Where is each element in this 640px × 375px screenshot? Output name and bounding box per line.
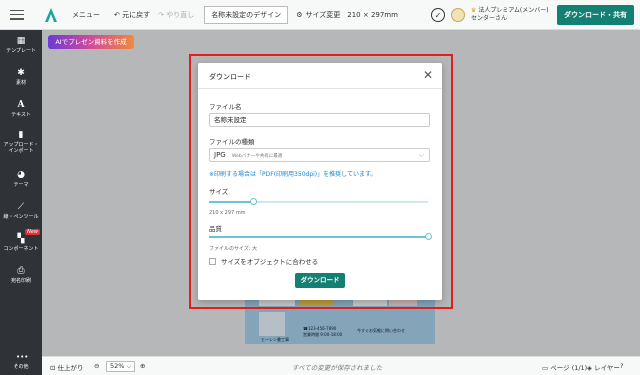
file-type-sub: Webバナーや共有に最適 xyxy=(231,154,283,159)
member-name: センターさん xyxy=(471,15,508,22)
app-logo[interactable] xyxy=(42,6,60,24)
size-slider-handle[interactable] xyxy=(250,198,257,205)
size-value: 210 × 297mm xyxy=(347,10,398,19)
sidebar-item-materials[interactable]: ✱ 素材 xyxy=(0,68,42,86)
redo-button[interactable]: ↷ やり直し xyxy=(158,10,194,20)
page-count: (1/1) xyxy=(571,364,588,372)
save-status: すべての変更が保存されました xyxy=(292,364,383,372)
download-dialog: ダウンロード ✕ ファイル名 名称未設定 ファイルの種類 JPG Webバナーや… xyxy=(198,63,442,300)
size-label: サイズ xyxy=(209,188,229,196)
new-badge: New xyxy=(25,229,40,235)
zoom-value: 52% xyxy=(110,362,125,370)
size-slider-fill xyxy=(209,201,253,203)
component-icon: ▚ xyxy=(17,234,25,244)
layer-label: レイヤー xyxy=(594,364,620,372)
quality-slider-handle[interactable] xyxy=(425,233,432,240)
size-change-button[interactable]: ⚙ サイズ変更 210 × 297mm xyxy=(296,10,398,20)
finish-icon: ⊡ xyxy=(50,364,56,372)
sidebar-item-component[interactable]: New ▚ コンポーネント xyxy=(0,229,42,252)
page-button[interactable]: ▭ ページ (1/1) xyxy=(542,362,587,372)
size-slider[interactable] xyxy=(209,198,428,205)
chevron-down-icon: ⌵ xyxy=(418,151,424,159)
template-icon: ▦ xyxy=(16,36,26,46)
print-icon: ⎙ xyxy=(17,266,25,276)
checkbox-box[interactable] xyxy=(209,257,216,265)
top-toolbar: メニュー ↶ 元に戻す ↷ やり直し 名称未設定のデザイン ⚙ サイズ変更 21… xyxy=(0,0,640,30)
layer-icon: ◈ xyxy=(587,364,592,372)
crown-icon: ♛ xyxy=(471,7,477,14)
avatar[interactable] xyxy=(451,8,465,22)
download-button[interactable]: ダウンロード xyxy=(295,273,345,288)
palette-icon: ◕ xyxy=(17,170,25,180)
file-type-select[interactable]: JPG Webバナーや共有に最適 ⌵ xyxy=(209,148,430,162)
page-label: ページ xyxy=(550,364,570,372)
sidebar-item-print[interactable]: ⎙ 宛名印刷 xyxy=(0,266,42,284)
file-name-input[interactable]: 名称未設定 xyxy=(209,113,430,127)
quality-slider-fill xyxy=(209,236,428,238)
sidebar-item-label: テーマ xyxy=(13,182,29,188)
sidebar: ▦ テンプレート ✱ 素材 A テキスト ▮ アップロード・インポート ◕ テー… xyxy=(0,30,42,375)
finish-label: 仕上がり xyxy=(57,364,84,372)
divider xyxy=(198,88,442,89)
sidebar-item-more[interactable]: ••• その他 xyxy=(0,352,42,370)
size-change-label: サイズ変更 xyxy=(305,10,341,19)
help-icon[interactable]: ? xyxy=(620,362,623,370)
file-type-value: JPG xyxy=(214,151,226,159)
materials-icon: ✱ xyxy=(17,68,25,78)
size-value-text: 210 x 297 mm xyxy=(209,210,246,216)
quality-slider[interactable] xyxy=(209,233,432,240)
text-icon: A xyxy=(17,100,25,110)
download-share-button[interactable]: ダウンロード・共有 xyxy=(557,5,634,25)
zoom-out-icon[interactable]: ⊖ xyxy=(94,362,99,370)
close-icon[interactable]: ✕ xyxy=(423,69,433,81)
sidebar-item-label: コンポーネント xyxy=(3,246,39,252)
more-icon: ••• xyxy=(16,353,29,361)
file-name-label: ファイル名 xyxy=(209,103,242,111)
sidebar-item-label: テンプレート xyxy=(6,48,36,54)
layer-button[interactable]: ◈ レイヤー xyxy=(587,362,620,372)
upload-icon: ▮ xyxy=(18,130,24,140)
hamburger-menu-icon[interactable] xyxy=(10,9,24,20)
redo-label: やり直し xyxy=(166,10,195,19)
member-info[interactable]: ♛ 法人プレミアム(メンバー) センターさん xyxy=(471,7,551,23)
menu-button[interactable]: メニュー xyxy=(72,10,100,20)
sidebar-item-theme[interactable]: ◕ テーマ xyxy=(0,170,42,188)
ai-presentation-button[interactable]: AIでプレゼン資料を作成 xyxy=(48,35,134,49)
print-recommend-note: ※印刷する場合は「PDF(印刷用350dpi)」を推奨しています。 xyxy=(209,171,377,178)
sidebar-item-label: 素材 xyxy=(15,80,26,86)
zoom-select[interactable]: 52% ⌵ xyxy=(106,361,136,372)
page-icon: ▭ xyxy=(542,364,549,372)
zoom-in-icon[interactable]: ⊕ xyxy=(140,362,145,370)
file-type-label: ファイルの種類 xyxy=(209,138,255,146)
quality-label: 品質 xyxy=(209,225,222,233)
sidebar-item-label: アップロード・インポート xyxy=(3,142,39,154)
pen-icon: ⟋ xyxy=(17,202,25,212)
sidebar-item-label: 宛名印刷 xyxy=(10,278,31,284)
undo-label: 元に戻す xyxy=(122,10,151,19)
sidebar-item-label: その他 xyxy=(13,364,29,370)
gear-icon: ⚙ xyxy=(296,10,303,19)
sidebar-item-text[interactable]: A テキスト xyxy=(0,100,42,118)
fit-to-object-label: サイズをオブジェクトに合わせる xyxy=(221,258,319,266)
dialog-title: ダウンロード xyxy=(209,73,251,81)
bottom-toolbar: ⊡ 仕上がり ⊖ 52% ⌵ ⊕ すべての変更が保存されました ▭ ページ (1… xyxy=(42,356,640,375)
file-size-text: ファイルのサイズ: 大 xyxy=(209,246,258,252)
sidebar-item-template[interactable]: ▦ テンプレート xyxy=(0,36,42,54)
sidebar-item-label: テキスト xyxy=(11,112,31,118)
undo-button[interactable]: ↶ 元に戻す xyxy=(114,10,150,20)
fit-to-object-checkbox[interactable]: サイズをオブジェクトに合わせる xyxy=(209,256,318,266)
sidebar-item-label: 線・ペンツール xyxy=(3,214,39,220)
finish-toggle[interactable]: ⊡ 仕上がり xyxy=(50,362,84,372)
sidebar-item-upload[interactable]: ▮ アップロード・インポート xyxy=(0,130,42,154)
design-name-field[interactable]: 名称未設定のデザイン xyxy=(204,5,289,24)
sidebar-item-pen[interactable]: ⟋ 線・ペンツール xyxy=(0,202,42,220)
member-plan: 法人プレミアム(メンバー) xyxy=(478,7,549,14)
check-circle-icon[interactable]: ✓ xyxy=(431,8,445,22)
